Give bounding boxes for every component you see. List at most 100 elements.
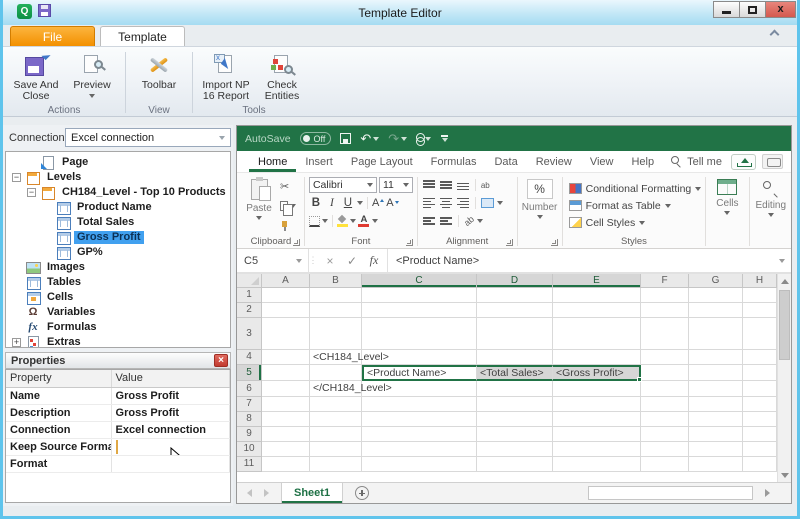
excel-tab-formulas[interactable]: Formulas (422, 151, 486, 172)
minus-expander-icon[interactable]: − (27, 188, 36, 197)
cell-F7[interactable] (641, 397, 689, 412)
cell-H2[interactable] (743, 303, 777, 318)
confirm-entry-button[interactable]: ✓ (341, 254, 363, 268)
fill-color-icon[interactable] (336, 216, 348, 227)
save-icon[interactable] (340, 133, 352, 144)
row-header-3[interactable]: 3 (237, 318, 262, 350)
cell-G4[interactable] (689, 350, 743, 365)
cell-D4[interactable] (477, 350, 553, 365)
column-header-C[interactable]: C (362, 274, 477, 288)
row-header-11[interactable]: 11 (237, 457, 262, 472)
cell-D2[interactable] (477, 303, 553, 318)
scroll-right-button[interactable] (759, 486, 775, 500)
cell-D5[interactable]: <Total Sales> (477, 365, 553, 381)
alignment-dialog-launcher[interactable] (505, 239, 513, 246)
tree-item-levels[interactable]: − Levels (6, 170, 230, 185)
font-name-dropdown[interactable]: Calibri (308, 177, 377, 193)
touch-mode-button[interactable] (416, 133, 432, 146)
cell-F6[interactable] (641, 381, 689, 397)
cell-E9[interactable] (553, 427, 641, 442)
maximize-button[interactable] (739, 1, 766, 18)
cell-B9[interactable] (310, 427, 362, 442)
italic-button[interactable]: I (325, 197, 339, 209)
cell-F1[interactable] (641, 288, 689, 303)
cell-D10[interactable] (477, 442, 553, 457)
cell-E4[interactable] (553, 350, 641, 365)
scroll-up-button[interactable] (778, 274, 791, 288)
cell-G2[interactable] (689, 303, 743, 318)
cell-E11[interactable] (553, 457, 641, 472)
redo-button[interactable]: ↷ (388, 132, 408, 145)
row-header-4[interactable]: 4 (237, 350, 262, 365)
shrink-font-button[interactable]: A (386, 197, 399, 209)
previous-sheet-button[interactable] (247, 489, 252, 497)
row-header-9[interactable]: 9 (237, 427, 262, 442)
minus-expander-icon[interactable]: − (12, 173, 21, 182)
cell-F4[interactable] (641, 350, 689, 365)
cell-A9[interactable] (262, 427, 310, 442)
vertical-scroll-thumb[interactable] (779, 290, 790, 360)
select-all-corner[interactable] (237, 274, 262, 288)
toolbar-button[interactable]: Toolbar (131, 49, 187, 104)
cell-G10[interactable] (689, 442, 743, 457)
horizontal-scroll-thumb[interactable] (588, 486, 753, 500)
row-header-5[interactable]: 5 (237, 365, 262, 381)
cell-B8[interactable] (310, 412, 362, 427)
cell-F8[interactable] (641, 412, 689, 427)
cell-G3[interactable] (689, 318, 743, 350)
formula-input[interactable]: <Product Name> (388, 249, 773, 272)
cell-G1[interactable] (689, 288, 743, 303)
cell-D8[interactable] (477, 412, 553, 427)
column-header-H[interactable]: H (743, 274, 777, 288)
font-dialog-launcher[interactable] (405, 239, 413, 246)
cell-D9[interactable] (477, 427, 553, 442)
increase-indent-button[interactable] (439, 215, 453, 227)
cell-C7[interactable] (362, 397, 477, 412)
preview-button[interactable]: Preview (64, 49, 120, 104)
tree-item-tables[interactable]: Tables (6, 275, 230, 290)
cut-button[interactable]: ✂ (280, 179, 296, 193)
editing-button[interactable]: Editing (754, 176, 788, 235)
grow-font-button[interactable]: A (372, 197, 385, 209)
cell-A2[interactable] (262, 303, 310, 318)
vertical-scrollbar[interactable] (777, 274, 791, 482)
merge-center-button[interactable] (480, 198, 494, 208)
cell-E7[interactable] (553, 397, 641, 412)
format-painter-button[interactable] (280, 219, 296, 233)
next-sheet-button[interactable] (264, 489, 269, 497)
cell-A4[interactable] (262, 350, 310, 365)
customize-quick-access-button[interactable] (440, 135, 449, 142)
cell-A11[interactable] (262, 457, 310, 472)
cell-D6[interactable] (477, 381, 553, 397)
property-value[interactable]: Gross Profit (111, 404, 231, 422)
cell-A7[interactable] (262, 397, 310, 412)
cell-H4[interactable] (743, 350, 777, 365)
row-header-2[interactable]: 2 (237, 303, 262, 318)
sheet-tab-sheet1[interactable]: Sheet1 (281, 483, 344, 503)
cell-E2[interactable] (553, 303, 641, 318)
cell-A6[interactable] (262, 381, 310, 397)
cell-H8[interactable] (743, 412, 777, 427)
align-middle-button[interactable] (439, 179, 453, 191)
tree-item-page[interactable]: Page (6, 155, 230, 170)
tell-me-button[interactable]: Tell me (663, 151, 730, 172)
excel-tab-view[interactable]: View (581, 151, 623, 172)
tree-item-gp[interactable]: GP% (6, 245, 230, 260)
align-top-button[interactable] (422, 179, 436, 191)
number-dialog-launcher[interactable] (550, 239, 558, 246)
cell-C1[interactable] (362, 288, 477, 303)
cell-D1[interactable] (477, 288, 553, 303)
excel-tab-insert[interactable]: Insert (296, 151, 342, 172)
property-value[interactable]: Excel connection (111, 421, 231, 439)
cell-H10[interactable] (743, 442, 777, 457)
cell-G5[interactable] (689, 365, 743, 381)
cell-F5[interactable] (641, 365, 689, 381)
cell-A3[interactable] (262, 318, 310, 350)
bold-button[interactable]: B (309, 197, 323, 209)
column-header-B[interactable]: B (310, 274, 362, 288)
cell-B1[interactable] (310, 288, 362, 303)
excel-tab-page-layout[interactable]: Page Layout (342, 151, 422, 172)
format-as-table-button[interactable]: Format as Table (567, 197, 702, 214)
cell-C10[interactable] (362, 442, 477, 457)
cell-C8[interactable] (362, 412, 477, 427)
